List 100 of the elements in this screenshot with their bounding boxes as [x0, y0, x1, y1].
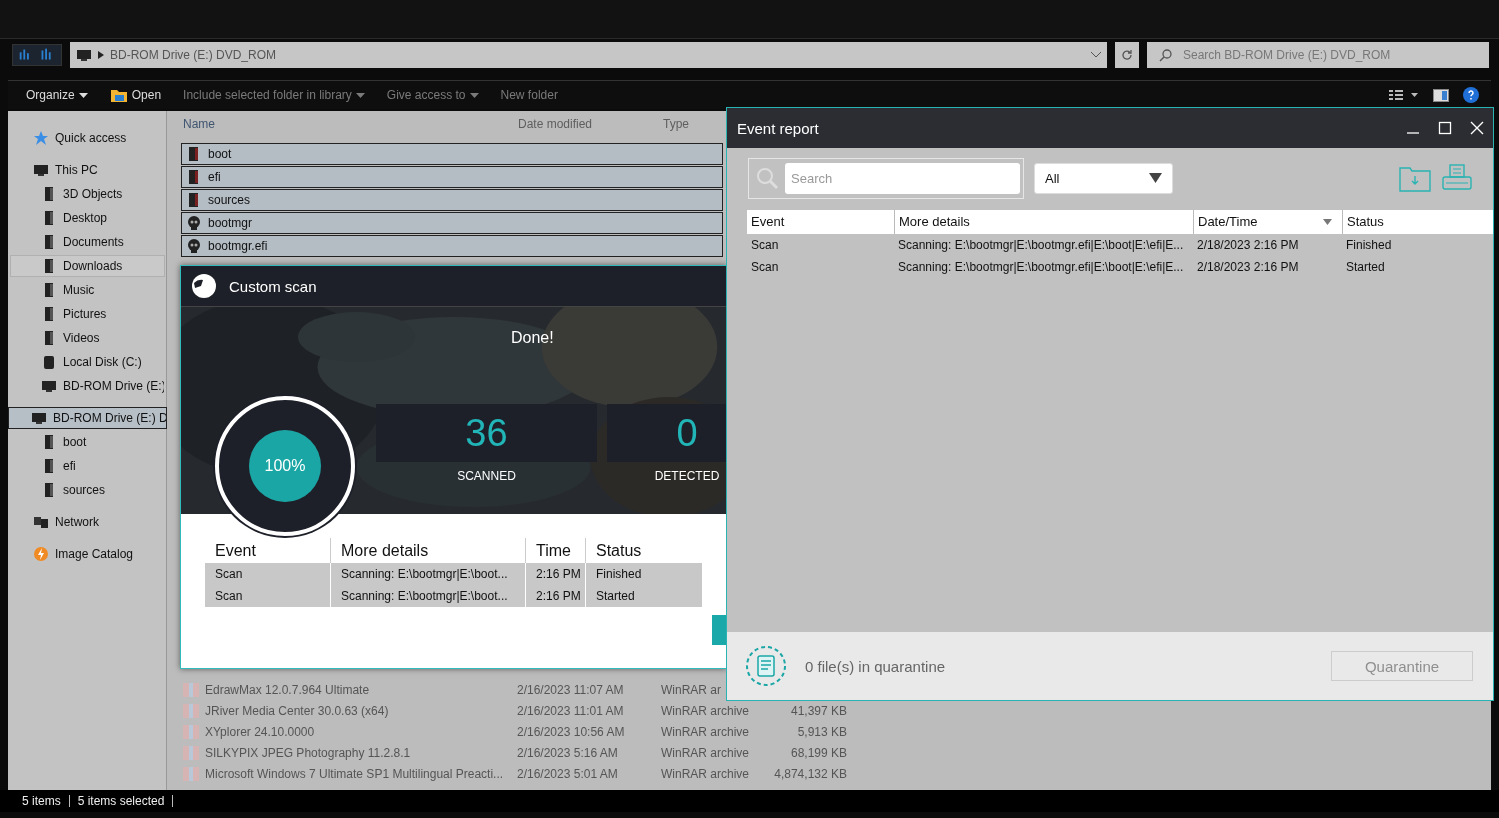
lightning-icon — [33, 546, 49, 562]
filter-dropdown[interactable]: All — [1034, 162, 1173, 194]
table-cell-text: 2/18/2023 2:16 PM — [1196, 238, 1300, 252]
folder-icon — [109, 87, 128, 103]
file-date: 2/16/2023 11:01 AM — [517, 703, 625, 718]
dragged-file-row: bootmgr.efi — [181, 235, 723, 257]
maximize-icon — [1438, 121, 1452, 135]
progress-percent: 100% — [264, 457, 306, 475]
sidebar-item[interactable]: Videos — [10, 327, 165, 349]
item-count: 5 items — [22, 794, 61, 808]
sidebar-item[interactable]: sources — [10, 479, 165, 501]
sidebar-item[interactable]: Network — [10, 511, 165, 533]
network-icon — [33, 514, 49, 530]
monitor-icon — [31, 410, 47, 426]
star-icon — [33, 130, 49, 146]
dragged-file-row: bootmgr — [181, 212, 723, 234]
address-bar[interactable]: BD-ROM Drive (E:) DVD_ROM — [70, 42, 1107, 68]
dialog-title: Custom scan — [229, 277, 317, 295]
column-header[interactable]: Date modified — [518, 117, 663, 131]
sidebar-item[interactable]: Quick access — [10, 127, 165, 149]
preview-pane-icon[interactable] — [1433, 88, 1449, 102]
column-header: Event — [214, 541, 257, 561]
stat-value: 36 — [376, 404, 597, 462]
close-icon — [1470, 121, 1484, 135]
sidebar-item[interactable]: Documents — [10, 231, 165, 253]
table-cell-text: Started — [1345, 260, 1386, 274]
column-header[interactable]: Type — [663, 117, 689, 131]
column-header[interactable]: Status — [1342, 210, 1493, 234]
sidebar-item[interactable]: Desktop — [10, 207, 165, 229]
monitor-icon — [41, 378, 57, 394]
window-title: Event report — [737, 119, 820, 137]
dropdown-icon[interactable] — [1091, 52, 1101, 58]
refresh-button[interactable] — [1115, 42, 1139, 68]
file-date: 2/16/2023 5:01 AM — [517, 766, 619, 781]
caret-icon — [1149, 173, 1162, 183]
file-date: 2/16/2023 5:16 AM — [517, 745, 619, 760]
stat-label: SCANNED — [457, 469, 516, 483]
search-box[interactable]: Search — [748, 157, 1024, 199]
monitor-icon — [76, 47, 92, 63]
sidebar-item[interactable]: Downloads — [10, 255, 165, 277]
caret-icon — [355, 92, 365, 98]
file-name: XYplorer 24.10.0000 — [205, 724, 316, 739]
archive-icon — [183, 703, 199, 718]
column-header[interactable]: Name — [183, 117, 518, 131]
caret-icon — [78, 92, 88, 98]
table-cell: Started — [585, 585, 702, 607]
help-icon[interactable] — [1463, 87, 1479, 103]
monitor-icon — [33, 162, 49, 178]
back-forward-button[interactable] — [12, 44, 62, 66]
caret-icon — [469, 92, 479, 98]
stat-value: 0 — [607, 404, 727, 462]
table-cell: 2:16 PM — [525, 585, 585, 607]
archive-icon — [183, 682, 199, 697]
stat-label: DETECTED — [654, 469, 720, 483]
file-name: Microsoft Windows 7 Ultimate SP1 Multilingual Preacti... — [205, 766, 505, 781]
dragged-file-row: sources — [181, 189, 723, 211]
sidebar-item[interactable]: 3D Objects — [10, 183, 165, 205]
sidebar-item[interactable]: Music — [10, 279, 165, 301]
file-name: EdrawMax 12.0.7.964 Ultimate — [205, 682, 371, 697]
column-header[interactable]: Event — [747, 210, 894, 234]
toolbar-button[interactable]: Organize — [22, 86, 92, 104]
sidebar-item[interactable]: boot — [10, 431, 165, 453]
table-cell-text: Scan — [214, 588, 244, 605]
file-type: WinRAR archive — [661, 724, 751, 739]
table-cell-text: Scanning: E:\bootmgr|E:\bootmgr.efi|E:\boot|E:\efi|E... — [897, 238, 1185, 252]
file-type: WinRAR ar — [661, 682, 722, 697]
table-cell: Scanning: E:\bootmgr|E:\boot... — [330, 585, 525, 607]
sidebar-item[interactable]: Local Disk (C:) — [10, 351, 165, 373]
search-icon — [755, 166, 779, 190]
archive-icon — [183, 745, 199, 760]
address-path: BD-ROM Drive (E:) DVD_ROM — [110, 48, 277, 62]
minimize-icon — [1407, 132, 1419, 134]
skull-icon — [186, 215, 202, 231]
table-cell-text: Scanning: E:\bootmgr|E:\bootmgr.efi|E:\boot|E:\efi|E... — [897, 260, 1185, 274]
table-cell-text: Scan — [750, 238, 780, 252]
view-options-icon[interactable] — [1389, 89, 1419, 101]
column-header[interactable]: More details — [894, 210, 1193, 234]
sidebar-item[interactable]: This PC — [10, 159, 165, 181]
file-name: SILKYPIX JPEG Photography 11.2.8.1 — [205, 745, 412, 760]
refresh-icon — [1121, 49, 1133, 61]
file-type: WinRAR archive — [661, 745, 751, 760]
dragged-file-row: efi — [181, 166, 723, 188]
column-header[interactable]: Date/Time — [1193, 210, 1342, 234]
archive-icon — [183, 724, 199, 739]
sidebar-item[interactable]: Image Catalog — [10, 543, 165, 565]
table-cell-text: Scan — [214, 566, 244, 583]
chevron-icon — [98, 51, 104, 59]
search-field[interactable]: Search BD-ROM Drive (E:) DVD_ROM — [1147, 42, 1489, 68]
file-type: WinRAR archive — [661, 703, 751, 718]
file-size: 41,397 KB — [789, 703, 847, 718]
sidebar-item[interactable]: efi — [10, 455, 165, 477]
file-name: JRiver Media Center 30.0.63 (x64) — [205, 703, 390, 718]
app-logo-icon — [191, 273, 217, 299]
toolbar-button[interactable]: Open — [105, 85, 166, 105]
sidebar-item[interactable]: Pictures — [10, 303, 165, 325]
file-type: WinRAR archive — [661, 766, 751, 781]
dragged-file-row: boot — [181, 143, 723, 165]
file-date: 2/16/2023 11:07 AM — [517, 682, 625, 697]
file-date: 2/16/2023 10:56 AM — [517, 724, 626, 739]
file-size: 4,874,132 KB — [773, 766, 847, 781]
